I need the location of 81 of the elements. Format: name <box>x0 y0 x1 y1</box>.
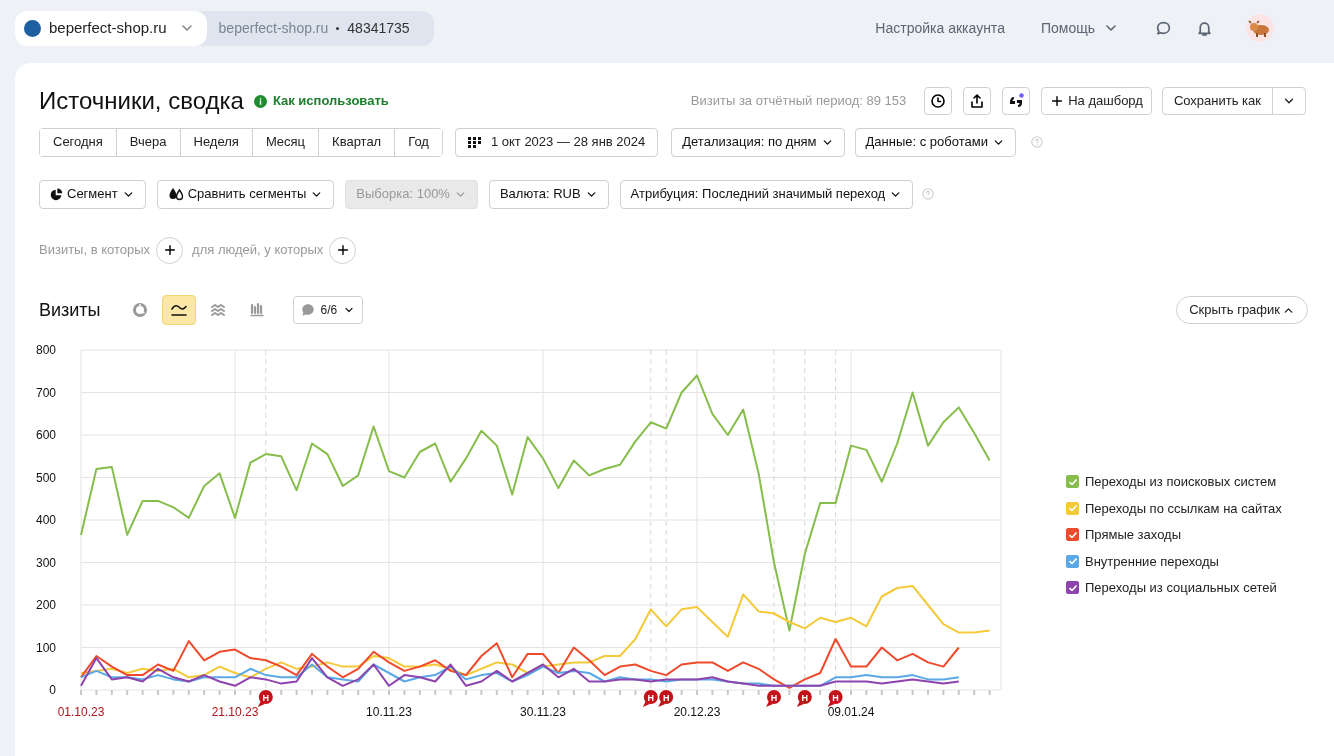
holiday-marker[interactable]: Н <box>658 690 674 707</box>
check-icon <box>1068 478 1077 485</box>
legend-item[interactable]: Переходы из поисковых систем <box>1066 472 1282 492</box>
add-to-dashboard-button[interactable]: На дашборд <box>1041 87 1152 115</box>
axis-label: 01.10.23 <box>57 705 105 719</box>
axis-label: 10.11.23 <box>366 705 412 719</box>
add-condition-button[interactable] <box>329 236 357 264</box>
plus-icon <box>162 243 177 257</box>
axis-label: 100 <box>35 640 56 655</box>
currency-dropdown[interactable]: Валюта: RUB <box>488 179 609 209</box>
section-title: Визиты <box>39 298 101 322</box>
share-icon <box>969 93 986 109</box>
attribution-dropdown[interactable]: Атрибуция: Последний значимый переход <box>619 179 914 209</box>
bar-chart-icon <box>248 302 265 318</box>
holiday-marker[interactable]: Н <box>827 690 843 707</box>
add-condition-button[interactable] <box>156 236 184 264</box>
condition-label: для людей, у которых <box>192 241 324 260</box>
area-chart-icon <box>209 302 226 318</box>
calendar-grid-icon <box>467 135 481 149</box>
clock-icon <box>930 93 947 109</box>
legend-checkbox[interactable] <box>1066 528 1079 542</box>
axis-label: 400 <box>35 513 56 527</box>
legend-item[interactable]: Переходы по ссылкам на сайтах <box>1066 498 1282 518</box>
axis-label: 21.10.23 <box>211 705 259 719</box>
axis-label: 300 <box>35 555 56 570</box>
check-icon <box>1068 531 1077 538</box>
axis-label: 800 <box>35 343 56 357</box>
chat-icon[interactable] <box>1155 19 1172 37</box>
axis-label: 500 <box>35 470 56 485</box>
holiday-marker[interactable]: Н <box>766 690 781 707</box>
notes-filter-dropdown[interactable]: 6/6 <box>292 296 364 324</box>
data-filter-dropdown[interactable]: Данные: с роботами <box>854 127 1016 157</box>
plus-icon <box>1050 94 1065 108</box>
check-icon <box>1068 505 1077 512</box>
axis-label: 30.11.23 <box>520 705 566 719</box>
export-button[interactable] <box>963 87 992 115</box>
axis-label: 20.12.23 <box>673 705 721 719</box>
legend-item[interactable]: Внутренние переходы <box>1066 551 1282 571</box>
axis-label: 700 <box>35 385 56 400</box>
quotes-icon <box>1008 93 1025 109</box>
compare-segments-dropdown[interactable]: Сравнить сегменты <box>156 179 335 209</box>
plus-icon <box>335 243 350 257</box>
visits-total: Визиты за отчётный период: 89 153 <box>690 92 907 111</box>
legend-item[interactable]: Переходы из социальных сетей <box>1066 578 1282 598</box>
notes-button[interactable] <box>1002 87 1031 115</box>
axis-label: 600 <box>35 428 56 442</box>
axis-label: 0 <box>49 683 56 697</box>
pie-chart-icon <box>131 302 148 318</box>
segment-dropdown[interactable]: Сегмент <box>39 179 146 209</box>
chart-type-button[interactable] <box>161 295 196 325</box>
holiday-marker[interactable]: Н <box>642 690 658 707</box>
holiday-marker[interactable]: Н <box>257 690 273 707</box>
save-as-button[interactable]: Сохранить как <box>1162 88 1273 114</box>
period-tab[interactable]: Год <box>394 128 442 156</box>
help-menu[interactable]: Помощь <box>1040 17 1119 39</box>
drops-icon <box>167 187 184 201</box>
bell-icon[interactable] <box>1196 19 1213 37</box>
check-icon <box>1068 584 1077 591</box>
date-range-button[interactable]: 1 окт 2023 — 28 янв 2024 <box>454 127 659 157</box>
site-selector[interactable]: beperfect-shop.ru <box>15 10 207 46</box>
legend-item[interactable]: Прямые заходы <box>1066 525 1282 545</box>
check-icon <box>1068 558 1077 565</box>
counter-number: 48341735 <box>347 18 410 38</box>
condition-label: Визиты, в которых <box>39 241 151 260</box>
holiday-marker[interactable]: Н <box>796 690 812 707</box>
avatar[interactable] <box>1246 14 1274 42</box>
line-chart-icon <box>170 302 187 318</box>
site-logo-icon <box>24 19 41 37</box>
axis-label: 09.01.24 <box>827 705 875 719</box>
history-button[interactable] <box>924 87 953 115</box>
page-title: Источники, сводка <box>39 86 244 116</box>
legend-checkbox[interactable] <box>1066 581 1079 595</box>
account-settings-link[interactable]: Настройка аккаунта <box>875 17 1005 39</box>
how-to-use-link[interactable]: Как использовать <box>253 91 389 111</box>
legend-checkbox[interactable] <box>1066 475 1079 489</box>
legend-checkbox[interactable] <box>1066 554 1079 568</box>
comment-icon <box>300 303 315 317</box>
detail-dropdown[interactable]: Детализация: по дням <box>671 127 845 157</box>
info-icon <box>253 94 267 108</box>
axis-label: 200 <box>35 598 56 612</box>
pie-icon <box>50 187 63 201</box>
